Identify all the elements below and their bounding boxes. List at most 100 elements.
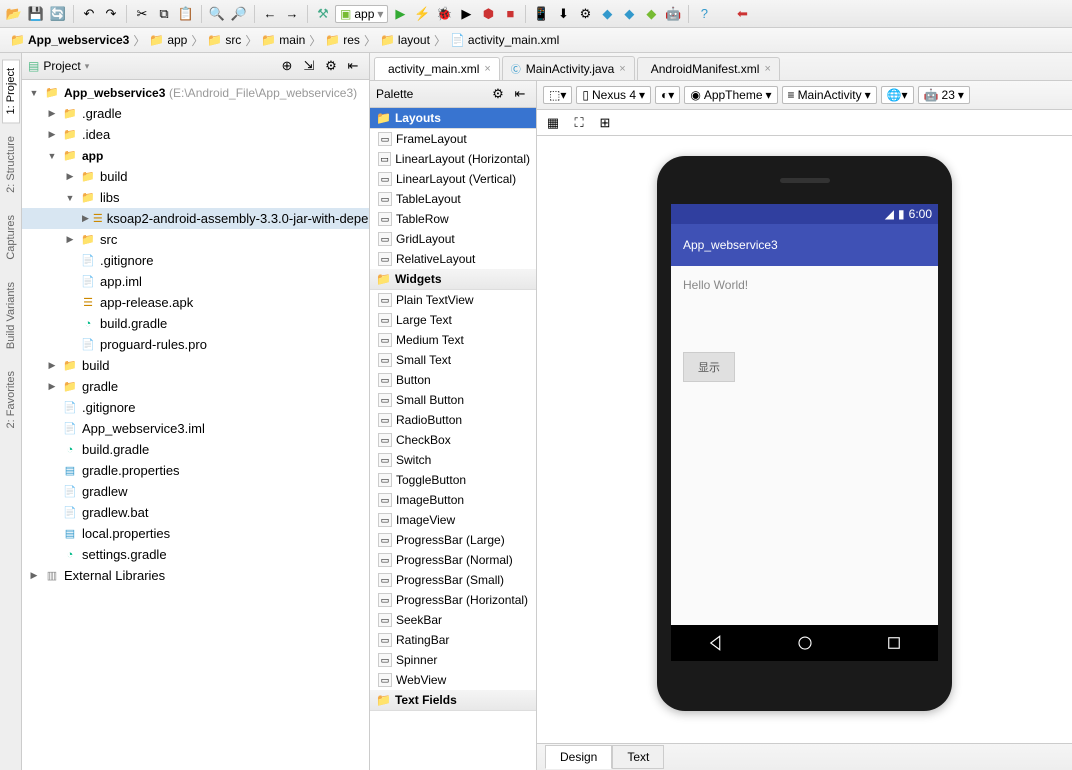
tree-row[interactable]: 📄.gitignore [22,397,369,418]
locale-combo[interactable]: 🌐▾ [881,86,914,104]
tree-row[interactable]: 📄gradlew.bat [22,502,369,523]
tree-row[interactable]: ▶📁build [22,166,369,187]
run-config-combo[interactable]: ▣app▾ [335,5,388,23]
breadcrumb-item[interactable]: 📄activity_main.xml [444,31,565,49]
palette-item[interactable]: ▭GridLayout [370,229,536,249]
project-tree[interactable]: ▼📁App_webservice3 (E:\Android_File\App_w… [22,80,369,770]
side-tab[interactable]: 2: Structure [2,127,20,202]
design-canvas[interactable]: ◢ ▮ 6:00 App_webservice3 Hello World! 显示 [537,136,1072,743]
palette-group[interactable]: 📁Layouts [370,108,536,129]
breadcrumb-item[interactable]: 📁src [201,31,247,49]
save-icon[interactable]: 💾 [26,4,46,24]
avd-icon[interactable]: 📱 [531,4,551,24]
tree-row[interactable]: ▶📁.idea [22,124,369,145]
palette-item[interactable]: ▭ProgressBar (Large) [370,530,536,550]
palette-item[interactable]: ▭LinearLayout (Horizontal) [370,149,536,169]
project-panel-title[interactable]: Project [43,59,80,73]
palette-item[interactable]: ▭Switch [370,450,536,470]
hello-text[interactable]: Hello World! [683,278,926,292]
palette-item[interactable]: ▭Large Text [370,310,536,330]
back-icon[interactable]: ← [260,4,280,24]
fit-icon[interactable]: ⛶ [569,113,589,133]
palette-item[interactable]: ▭ToggleButton [370,470,536,490]
palette-hide-icon[interactable]: ⇤ [510,84,530,104]
breadcrumb-item[interactable]: 📁main [255,31,311,49]
palette-item[interactable]: ▭Spinner [370,650,536,670]
find-icon[interactable]: 🔍 [207,4,227,24]
editor-tab[interactable]: ⒸMainActivity.java× [502,56,635,80]
tree-row[interactable]: 📄app.iml [22,271,369,292]
redo-icon[interactable]: ↷ [101,4,121,24]
tree-row[interactable]: ◔build.gradle [22,439,369,460]
palette-item[interactable]: ▭Button [370,370,536,390]
tool2-icon[interactable]: ◆ [619,4,639,24]
editor-tab[interactable]: AndroidManifest.xml× [637,57,780,80]
paste-icon[interactable]: 📋 [176,4,196,24]
tree-row[interactable]: 📄proguard-rules.pro [22,334,369,355]
tree-row[interactable]: ▼📁app [22,145,369,166]
sdk-icon[interactable]: ⬇ [553,4,573,24]
scroll-from-source-icon[interactable]: ⊕ [277,56,297,76]
sync-icon[interactable]: 🔄 [48,4,68,24]
breadcrumb-item[interactable]: 📁App_webservice3 [4,31,135,49]
palette-item[interactable]: ▭TableRow [370,209,536,229]
recent-nav-icon[interactable] [885,634,903,652]
tool1-icon[interactable]: ◆ [597,4,617,24]
tree-row[interactable]: ▼📁App_webservice3 (E:\Android_File\App_w… [22,82,369,103]
palette-group[interactable]: 📁Text Fields [370,690,536,711]
tool3-icon[interactable]: ◆ [641,4,661,24]
palette-item[interactable]: ▭SeekBar [370,610,536,630]
tree-row[interactable]: ☰app-release.apk [22,292,369,313]
side-tab[interactable]: 2: Favorites [2,362,20,437]
close-icon[interactable]: × [484,63,490,75]
palette-item[interactable]: ▭ProgressBar (Small) [370,570,536,590]
tree-row[interactable]: ▶☰ksoap2-android-assembly-3.3.0-jar-with… [22,208,369,229]
palette-item[interactable]: ▭ImageView [370,510,536,530]
palette-item[interactable]: ▭Small Text [370,350,536,370]
help-icon[interactable]: ? [694,4,714,24]
tree-row[interactable]: 📄.gitignore [22,250,369,271]
api-combo[interactable]: 🤖 23▾ [918,86,970,104]
tree-row[interactable]: ▶📁src [22,229,369,250]
android-icon[interactable]: 🤖 [663,4,683,24]
hide-icon[interactable]: ⇤ [343,56,363,76]
palette-item[interactable]: ▭ImageButton [370,490,536,510]
palette-item[interactable]: ▭RadioButton [370,410,536,430]
cut-icon[interactable]: ✂ [132,4,152,24]
device-combo[interactable]: ▯ Nexus 4▾ [576,86,651,104]
forward-icon[interactable]: → [282,4,302,24]
palette-item[interactable]: ▭WebView [370,670,536,690]
grid-icon[interactable]: ⊞ [595,113,615,133]
collapse-icon[interactable]: ⇲ [299,56,319,76]
close-icon[interactable]: × [619,63,625,75]
pan-icon[interactable]: ▦ [543,113,563,133]
tree-row[interactable]: ▼📁libs [22,187,369,208]
tree-row[interactable]: ◔build.gradle [22,313,369,334]
editor-tab[interactable]: activity_main.xml× [374,57,500,80]
tree-row[interactable]: ▶▥External Libraries [22,565,369,586]
run-icon[interactable]: ▶ [390,4,410,24]
tree-row[interactable]: 📄gradlew [22,481,369,502]
palette-group[interactable]: 📁Widgets [370,269,536,290]
exit-icon[interactable]: ⬅ [732,4,752,24]
side-tab[interactable]: Build Variants [2,273,20,358]
palette-item[interactable]: ▭RatingBar [370,630,536,650]
palette-item[interactable]: ▭ProgressBar (Normal) [370,550,536,570]
close-icon[interactable]: × [764,63,770,75]
palette-item[interactable]: ▭FrameLayout [370,129,536,149]
theme-combo[interactable]: ◉ AppTheme▾ [684,86,777,104]
home-nav-icon[interactable] [796,634,814,652]
apply-changes-icon[interactable]: ⚡ [412,4,432,24]
activity-combo[interactable]: ≡ MainActivity▾ [782,86,877,104]
tree-row[interactable]: ▤local.properties [22,523,369,544]
project-struct-icon[interactable]: ⚙ [575,4,595,24]
palette-item[interactable]: ▭ProgressBar (Horizontal) [370,590,536,610]
settings-icon[interactable]: ⚙ [321,56,341,76]
tree-row[interactable]: ▶📁.gradle [22,103,369,124]
breadcrumb-item[interactable]: 📁layout [374,31,436,49]
open-icon[interactable]: 📂 [4,4,24,24]
tree-row[interactable]: ▶📁gradle [22,376,369,397]
palette-item[interactable]: ▭LinearLayout (Vertical) [370,169,536,189]
back-nav-icon[interactable] [707,634,725,652]
tree-row[interactable]: 📄App_webservice3.iml [22,418,369,439]
